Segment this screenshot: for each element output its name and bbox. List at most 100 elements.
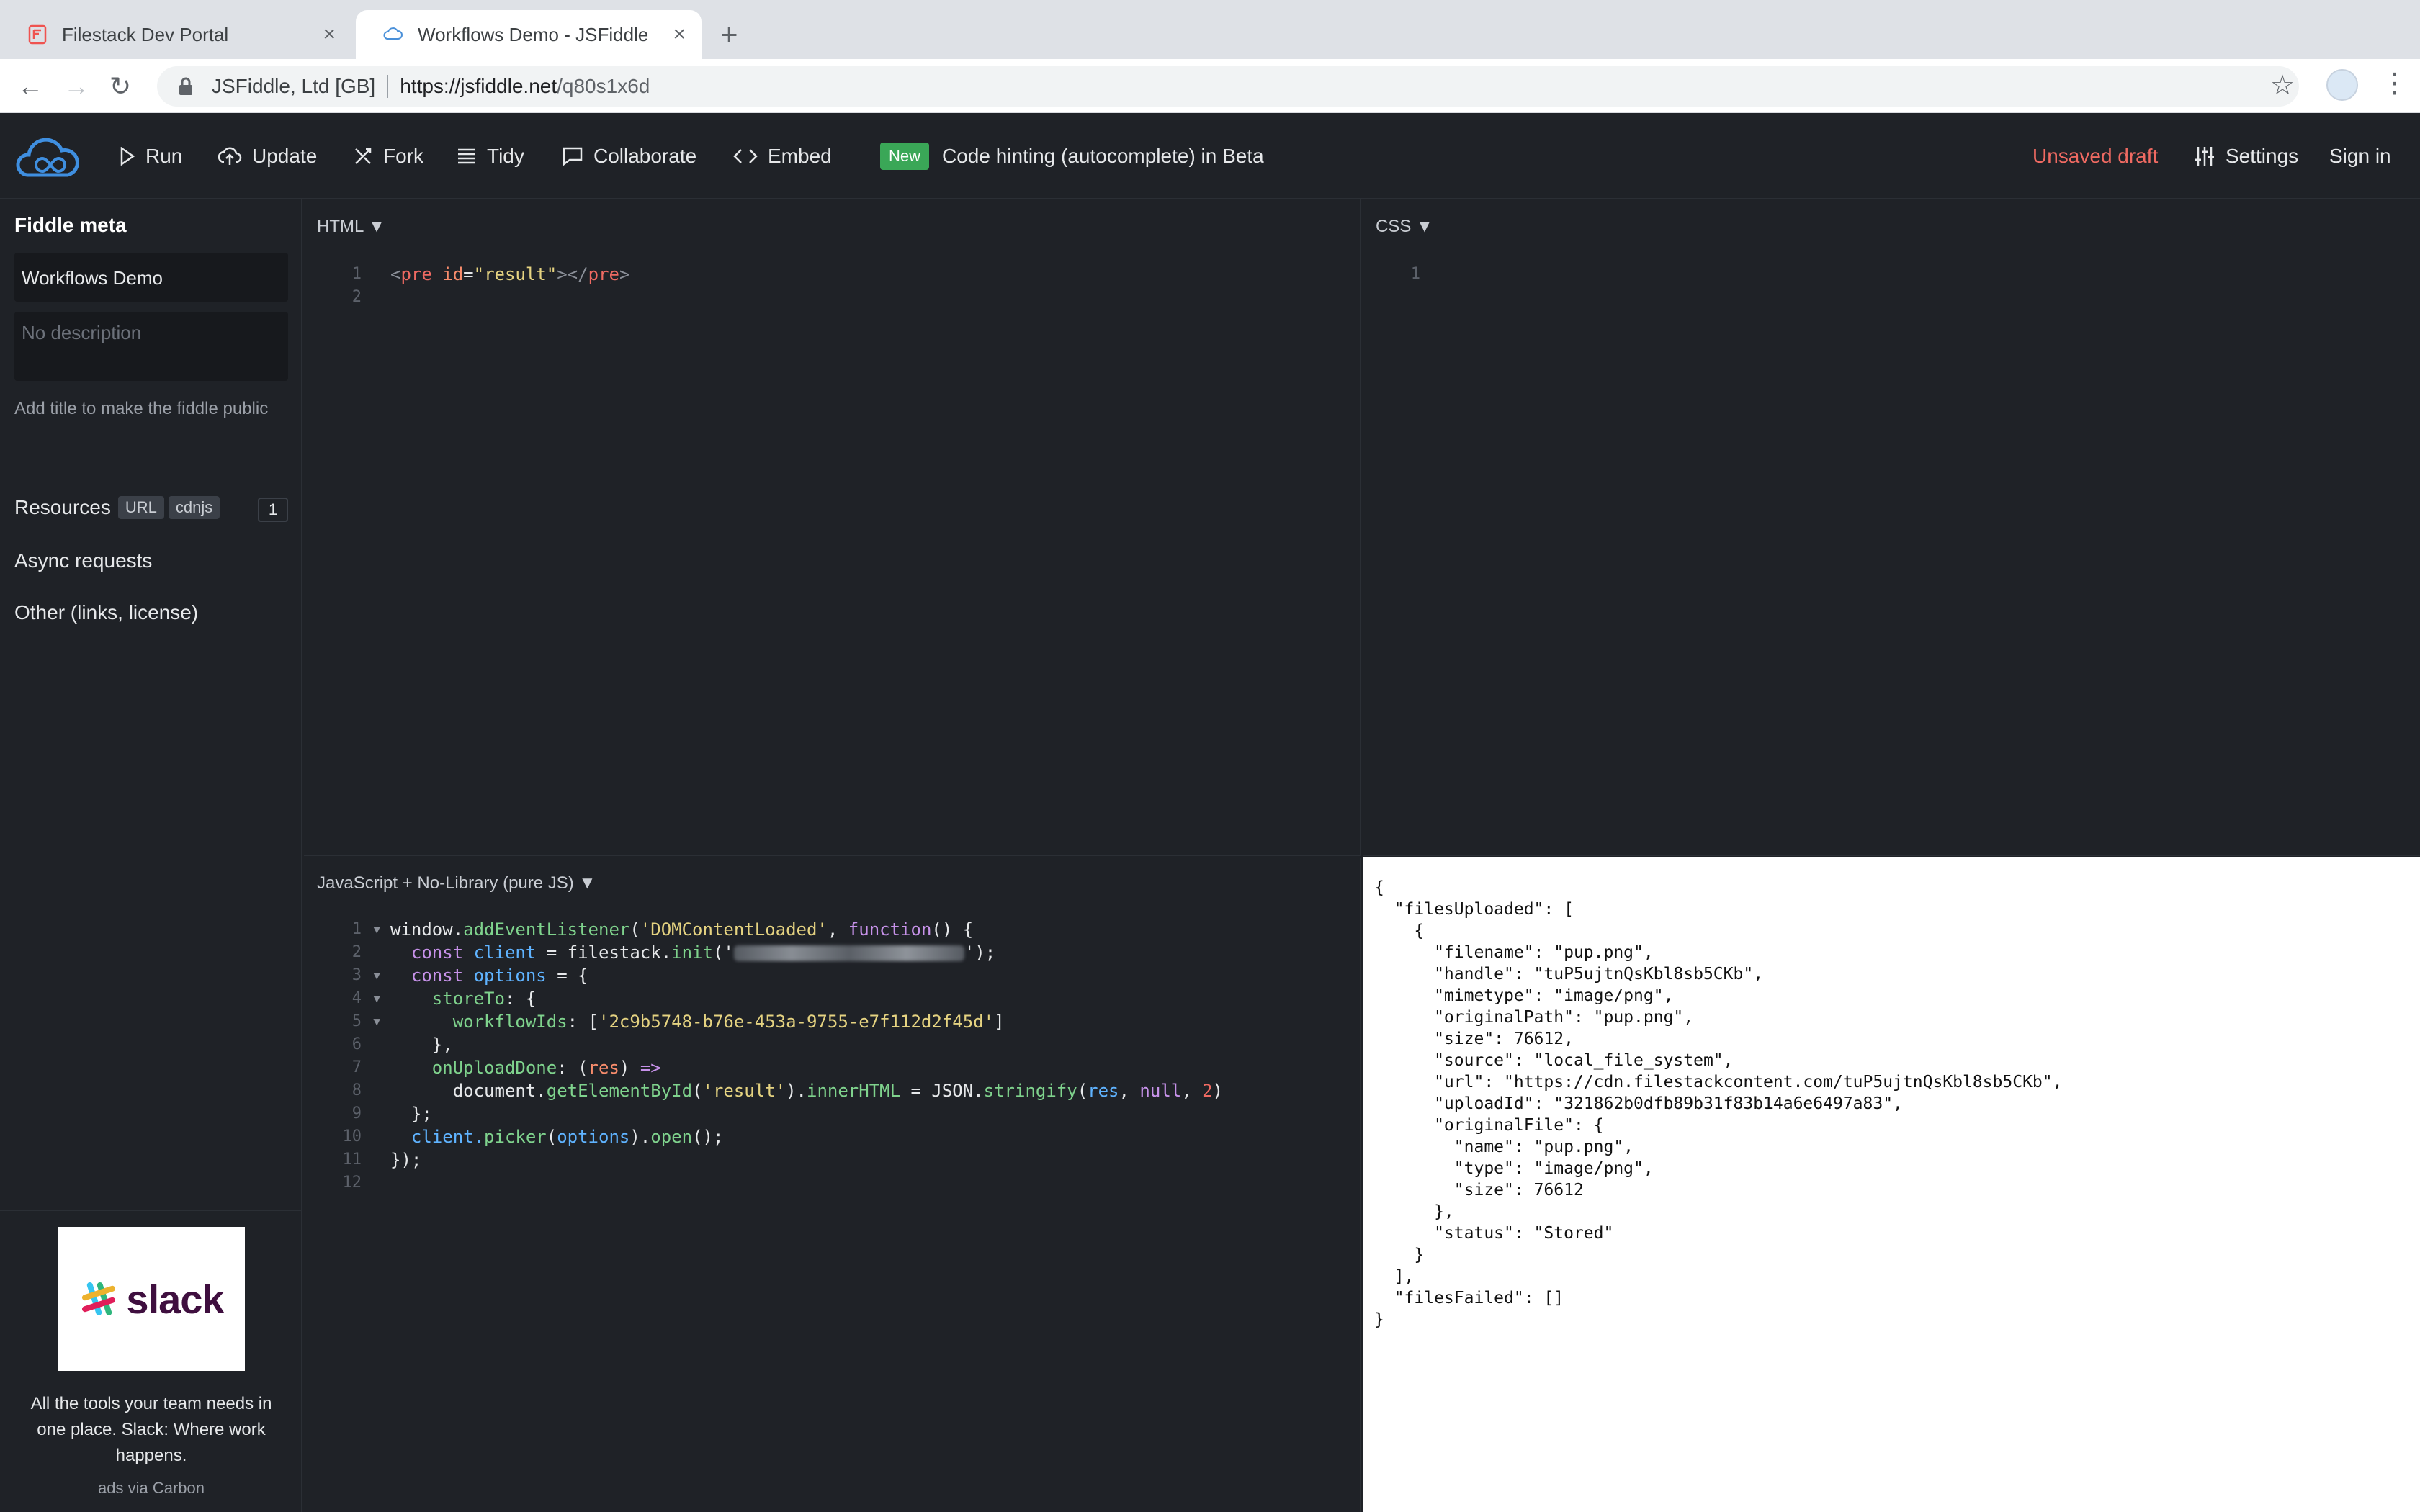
html-editor[interactable]: <pre id="result"></pre> [390,263,629,286]
code-token: const [390,942,474,963]
code-token: ) [1212,1081,1224,1101]
code-token: stringify [983,1081,1077,1101]
code-token: ( [692,1081,703,1101]
code-token: JSON. [931,1081,984,1101]
tab-jsfiddle[interactable]: Workflows Demo - JSFiddle × [356,10,702,59]
tab-strip: Filestack Dev Portal × Workflows Demo - … [0,0,2420,59]
code-token: : [ [567,1012,599,1032]
code-token: storeTo [390,989,505,1009]
tab-title: Filestack Dev Portal [62,23,229,45]
fork-button[interactable]: Fork [353,113,424,199]
code-token: window. [390,919,464,940]
profile-avatar[interactable] [2326,69,2358,101]
resources-section[interactable]: Resources URL cdnjs [14,496,220,519]
css-panel: CSS ▼ 1 [1363,199,2420,856]
fork-icon [355,148,372,164]
back-icon[interactable]: ← [17,72,43,101]
other-links-item[interactable]: Other (links, license) [14,601,198,624]
tidy-button[interactable]: Tidy [457,113,524,199]
resources-label: Resources [14,496,111,518]
code-token: null [1139,1081,1182,1101]
update-button[interactable]: Update [218,113,317,199]
announcement[interactable]: New Code hinting (autocomplete) in Beta [880,113,1264,199]
url-domain: https://jsfiddle.net [400,75,557,97]
code-token: ( [1077,1081,1088,1101]
code-token: '); [964,942,996,963]
code-token: : ( [557,1058,588,1078]
close-icon[interactable]: × [323,23,336,46]
code-token: options [473,966,547,986]
code-token: id [431,264,464,284]
resource-cdnjs-tag[interactable]: cdnjs [168,496,220,519]
embed-label: Embed [768,145,832,167]
code-token: 2 [1202,1081,1213,1101]
code-token: res [588,1058,619,1078]
ad-attribution[interactable]: ads via Carbon [0,1479,302,1498]
settings-button[interactable]: Settings [2194,113,2298,199]
update-label: Update [252,145,318,167]
resource-url-tag[interactable]: URL [117,496,164,519]
code-token: (' [712,942,734,963]
css-panel-label[interactable]: CSS ▼ [1376,217,1433,237]
run-button[interactable]: Run [120,113,182,199]
jsfiddle-favicon-icon [383,27,403,40]
chat-icon [563,147,583,166]
result-output: { "filesUploaded": [ { "filename": "pup.… [1374,878,2063,1329]
redacted-api-key [733,945,964,961]
play-icon [120,147,135,166]
code-token: onUploadDone [390,1058,557,1078]
reload-icon[interactable]: ↻ [109,72,131,101]
collaborate-label: Collaborate [593,145,697,167]
collaborate-button[interactable]: Collaborate [562,113,696,199]
code-token: document. [390,1081,547,1101]
public-hint: Add title to make the fiddle public [14,399,269,418]
code-token: ></ [557,264,588,284]
code-token: ). [786,1081,807,1101]
close-icon[interactable]: × [673,23,686,46]
code-token: , [827,919,848,940]
code-token: ). [629,1127,651,1147]
code-token: init [671,942,713,963]
code-token: const [390,966,474,986]
unsaved-draft-link[interactable]: Unsaved draft [2033,113,2158,199]
code-token: ] [994,1012,1005,1032]
code-token: > [619,264,630,284]
code-token: res [1088,1081,1119,1101]
js-editor[interactable]: window.addEventListener('DOMContentLoade… [390,918,1223,1171]
tab-filestack[interactable]: Filestack Dev Portal × [0,10,351,59]
line-numbers: 1 2 3 4 5 6 7 8 9 10 11 12 [342,920,362,1192]
async-requests-item[interactable]: Async requests [14,549,152,572]
fiddle-title-input[interactable]: Workflows Demo [14,253,288,302]
slack-ad-image[interactable]: slack [58,1227,245,1371]
fold-markers[interactable]: ▼ ▼ ▼ ▼ [370,918,380,1033]
html-panel-label[interactable]: HTML ▼ [317,217,385,237]
code-token: pre [400,264,432,284]
code-token: client. [390,1127,485,1147]
browser-toolbar: ← → ↻ JSFiddle, Ltd [GB] https://jsfiddl… [0,59,2420,113]
code-token: getElementById [546,1081,693,1101]
slack-wordmark: slack [126,1276,224,1322]
menu-icon[interactable]: ⋮ [2381,68,2408,99]
result-panel[interactable]: { "filesUploaded": [ { "filename": "pup.… [1363,857,2420,1512]
slack-logo-icon [82,1282,116,1316]
forward-icon[interactable]: → [63,72,89,101]
address-bar[interactable]: JSFiddle, Ltd [GB] https://jsfiddle.net /… [157,66,2299,107]
fiddle-description-input[interactable]: No description [14,312,288,381]
code-token: 'DOMContentLoaded' [640,919,828,940]
code-token: : { [504,989,537,1009]
carbon-ad[interactable]: slack All the tools your team needs in o… [0,1210,302,1512]
code-token: 'result' [702,1081,786,1101]
resource-count-badge: 1 [258,498,288,522]
embed-button[interactable]: Embed [733,113,832,199]
js-panel-label[interactable]: JavaScript + No-Library (pure JS) ▼ [317,873,596,894]
sign-in-link[interactable]: Sign in [2329,113,2391,199]
css-editor[interactable] [1449,263,2385,810]
js-panel: JavaScript + No-Library (pure JS) ▼ 1234… [304,858,1361,1512]
code-token: ( [546,1127,557,1147]
new-tab-icon[interactable]: + [720,19,738,50]
star-icon[interactable]: ☆ [2270,69,2295,102]
jsfiddle-logo-icon[interactable] [14,127,82,185]
html-panel: HTML ▼ 12 <pre id="result"></pre> [304,199,1361,856]
lock-icon [179,77,192,95]
new-badge: New [880,143,930,170]
